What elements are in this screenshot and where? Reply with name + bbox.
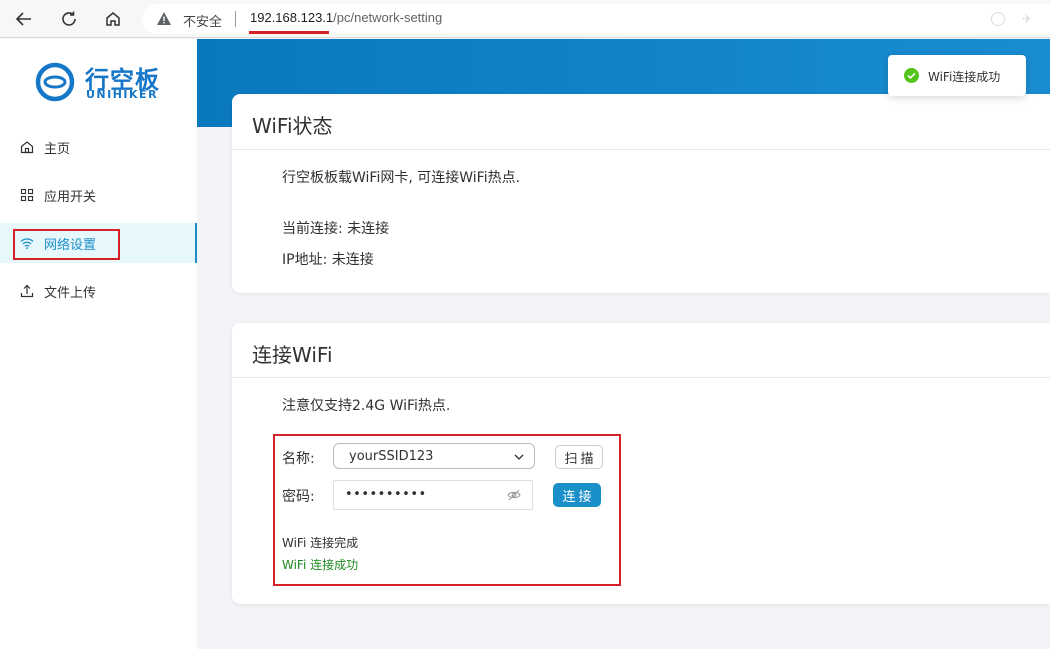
extension-icon[interactable]: ✈ <box>1022 12 1036 26</box>
reload-button[interactable] <box>57 7 81 31</box>
site-info-icon[interactable] <box>991 12 1005 26</box>
ssid-label: 名称: <box>282 451 315 467</box>
url-host: 192.168.123.1 <box>250 10 334 25</box>
chevron-down-icon <box>514 454 524 460</box>
card-title: WiFi状态 <box>252 114 333 138</box>
scan-button[interactable]: 扫描 <box>555 445 603 469</box>
password-field[interactable]: •••••••••• <box>333 480 533 510</box>
ssid-select[interactable]: yourSSID123 <box>333 443 535 469</box>
toast-notification: WiFi连接成功 <box>888 55 1026 96</box>
back-arrow-icon <box>15 12 31 26</box>
ssid-selected-value: yourSSID123 <box>349 449 434 464</box>
status-success: WiFi 连接成功 <box>282 558 359 572</box>
sidebar-item-home[interactable]: 主页 <box>0 127 197 167</box>
url-text[interactable]: 192.168.123.1/pc/network-setting <box>250 10 442 25</box>
url-path: /pc/network-setting <box>333 10 443 25</box>
url-highlight-underline <box>249 31 329 34</box>
wifi-description: 行空板板载WiFi网卡, 可连接WiFi热点. <box>282 170 521 186</box>
sidebar-item-label: 文件上传 <box>44 285 97 301</box>
warning-icon <box>157 12 171 25</box>
ip-address: IP地址: 未连接 <box>282 252 374 268</box>
sidebar: 行空板 UNIHIKER 主页 应用开关 网络设置 文件上传 <box>0 39 197 649</box>
back-button[interactable] <box>12 7 36 31</box>
sidebar-item-label: 应用开关 <box>44 189 97 205</box>
wifi-status-card: WiFi状态 行空板板载WiFi网卡, 可连接WiFi热点. 当前连接: 未连接… <box>232 94 1050 293</box>
current-connection: 当前连接: 未连接 <box>282 221 390 237</box>
insecure-label: 不安全 <box>183 15 223 30</box>
grid-icon <box>20 188 34 202</box>
password-label: 密码: <box>282 489 315 505</box>
browser-toolbar: 不安全 192.168.123.1/pc/network-setting ✈ <box>0 0 1050 38</box>
logo-text-en: UNIHIKER <box>86 88 159 101</box>
address-bar[interactable]: 不安全 192.168.123.1/pc/network-setting ✈ <box>142 4 1050 34</box>
card-divider <box>232 149 1050 150</box>
upload-icon <box>20 284 34 298</box>
check-circle-icon <box>904 68 919 83</box>
sidebar-item-label: 主页 <box>44 141 71 157</box>
toast-message: WiFi连接成功 <box>928 70 1001 84</box>
home-button[interactable] <box>101 7 125 31</box>
address-separator <box>235 11 236 27</box>
eye-hidden-icon[interactable] <box>507 489 521 501</box>
status-complete: WiFi 连接完成 <box>282 536 359 550</box>
sidebar-item-apps[interactable]: 应用开关 <box>0 175 197 215</box>
annotation-highlight-box <box>13 229 120 260</box>
connect-button[interactable]: 连接 <box>553 483 601 507</box>
sidebar-item-upload[interactable]: 文件上传 <box>0 271 197 311</box>
card-divider <box>232 377 1050 378</box>
home-icon <box>20 140 34 154</box>
reload-icon <box>62 11 76 26</box>
home-icon <box>106 12 120 26</box>
card-title: 连接WiFi <box>252 343 333 367</box>
band-notice: 注意仅支持2.4G WiFi热点. <box>282 398 451 414</box>
logo[interactable]: 行空板 UNIHIKER <box>35 60 165 104</box>
unihiker-logo-icon <box>35 62 75 102</box>
password-value: •••••••••• <box>345 487 427 502</box>
